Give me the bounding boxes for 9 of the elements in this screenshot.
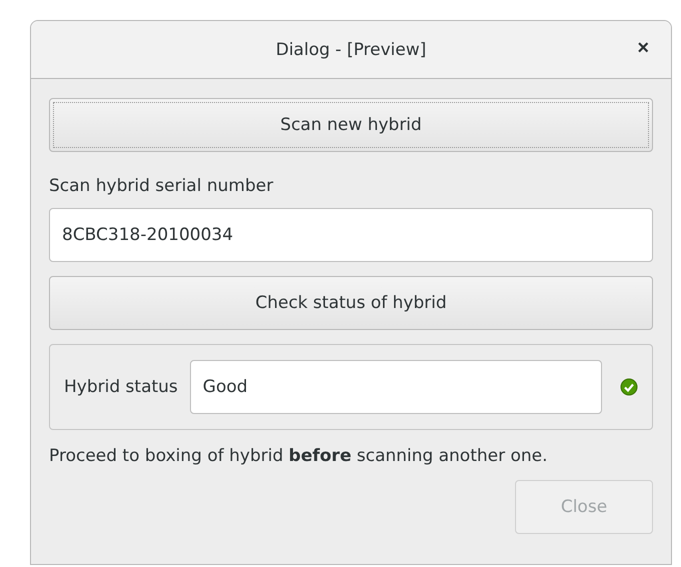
window-title: Dialog - [Preview]	[276, 40, 426, 60]
status-field[interactable]: Good	[190, 360, 602, 414]
serial-field[interactable]: 8CBC318-20100034	[49, 208, 653, 262]
instruction-text: Proceed to boxing of hybrid before scanning another one.	[49, 446, 549, 466]
close-button[interactable]: ×	[633, 37, 653, 60]
serial-label: Scan hybrid serial number	[49, 176, 274, 196]
scan-button[interactable]: Scan new hybrid	[49, 98, 653, 152]
status-label: Hybrid status	[64, 377, 178, 397]
check-status-button[interactable]: Check status of hybrid	[49, 276, 653, 330]
